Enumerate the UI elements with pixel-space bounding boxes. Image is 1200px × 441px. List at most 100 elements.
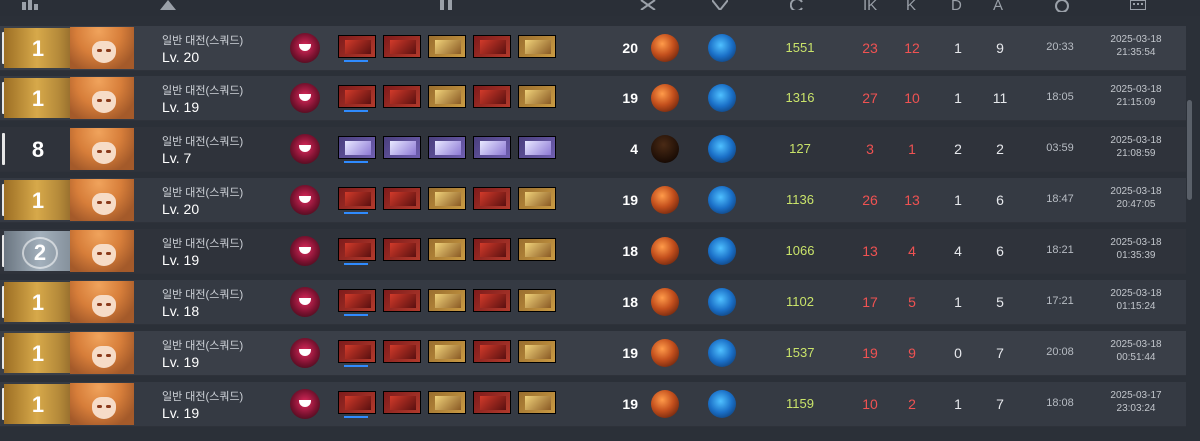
equipment-slot[interactable] (383, 391, 421, 414)
ik-header[interactable]: IK (863, 0, 877, 14)
match-duration: 17:21 (1046, 295, 1074, 307)
equipment-item-icon (480, 192, 506, 206)
rank-header-icon[interactable] (22, 0, 38, 12)
equipment-slot[interactable] (338, 187, 376, 210)
rank-number: 1 (31, 188, 45, 213)
equipment-slot[interactable] (518, 340, 556, 363)
equipment-slot[interactable] (518, 289, 556, 312)
equipment-slot[interactable] (518, 136, 556, 159)
character-avatar (70, 128, 134, 170)
match-score: 1066 (785, 243, 815, 258)
kills-header-icon[interactable] (640, 0, 656, 12)
equipment-slot[interactable] (338, 238, 376, 261)
match-row[interactable]: 1 일반 대전(스쿼드) Lv. 18 18 1102 17 5 1 5 17:21 2025-03… (0, 280, 1186, 325)
equipment-slot[interactable] (383, 238, 421, 261)
rank-badge: 1 (4, 28, 77, 68)
equipment-slot[interactable] (338, 289, 376, 312)
equipment-slot[interactable] (473, 85, 511, 108)
match-date-day: 2025-03-18 (1110, 186, 1162, 197)
k-value: 1 (908, 141, 916, 157)
equipment-slot[interactable] (428, 85, 466, 108)
skill-header-icon[interactable] (712, 0, 728, 12)
equipment-slot[interactable] (473, 391, 511, 414)
match-row[interactable]: 8 일반 대전(스쿼드) Lv. 7 4 127 3 1 2 2 03:59 2025-03-18 2… (0, 127, 1186, 172)
equipment-slot[interactable] (383, 289, 421, 312)
equipment-slot[interactable] (518, 35, 556, 58)
equipment-slot[interactable] (428, 289, 466, 312)
equipment-slot[interactable] (473, 136, 511, 159)
time-header-icon[interactable] (1054, 0, 1070, 12)
date-header-icon[interactable] (1130, 0, 1146, 12)
equipment-slot[interactable] (383, 340, 421, 363)
equipment-slot[interactable] (383, 85, 421, 108)
equipment-slot[interactable] (428, 391, 466, 414)
character-avatar (70, 77, 134, 119)
match-row[interactable]: 1 일반 대전(스쿼드) Lv. 20 19 1136 26 13 1 6 18:47 2025-0… (0, 178, 1186, 223)
avatar-eye (106, 49, 111, 52)
match-date-day: 2025-03-18 (1110, 339, 1162, 350)
match-date-time: 00:51:44 (1116, 352, 1156, 363)
ultimate-orb-icon (651, 237, 679, 265)
match-date-time: 21:15:09 (1116, 97, 1156, 108)
equipment-slot[interactable] (518, 391, 556, 414)
avatar-face (92, 346, 116, 368)
match-date-time: 20:47:05 (1116, 199, 1156, 210)
match-duration: 03:59 (1046, 142, 1074, 154)
equipment-slot[interactable] (338, 391, 376, 414)
equipment-level-bar (344, 60, 368, 62)
equipment-slot[interactable] (428, 187, 466, 210)
equipment-slot[interactable] (338, 136, 376, 159)
d-value: 1 (954, 294, 962, 310)
k-header[interactable]: K (906, 0, 916, 14)
match-duration: 18:05 (1046, 91, 1074, 103)
skill-icon (708, 135, 736, 163)
equipment-slot[interactable] (473, 238, 511, 261)
equipment-slot[interactable] (338, 340, 376, 363)
equipment-item-icon (480, 90, 506, 104)
match-date-time: 21:35:54 (1116, 47, 1156, 58)
character-emblem-icon (290, 287, 320, 317)
match-row[interactable]: 1 일반 대전(스쿼드) Lv. 19 19 1159 10 2 1 7 18:08 2025-03… (0, 382, 1186, 427)
equipment-slot[interactable] (383, 35, 421, 58)
equipment-slot[interactable] (338, 35, 376, 58)
d-header[interactable]: D (951, 0, 962, 14)
equipment-slot[interactable] (428, 35, 466, 58)
equipment-item-icon (435, 345, 461, 359)
equipment-slot[interactable] (428, 136, 466, 159)
d-value: 0 (954, 345, 962, 361)
scrollbar[interactable] (1187, 100, 1192, 200)
equipment-header-icon[interactable] (438, 0, 454, 12)
equipment-slot[interactable] (428, 340, 466, 363)
ultimate-orb-icon (651, 339, 679, 367)
avatar-face (92, 397, 116, 419)
equipment-slot[interactable] (428, 238, 466, 261)
character-header-icon[interactable] (160, 0, 176, 12)
avatar-eye (97, 354, 102, 357)
equipment-slot[interactable] (518, 187, 556, 210)
ultimate-orb-icon (651, 186, 679, 214)
equipment-level-bar (344, 365, 368, 367)
a-header[interactable]: A (993, 0, 1003, 14)
equipment-slot[interactable] (473, 340, 511, 363)
avatar-eye (106, 354, 111, 357)
equipment-item-icon (390, 396, 416, 410)
equipment-item-icon (390, 192, 416, 206)
ultimate-orb-icon (651, 135, 679, 163)
equipment-slot[interactable] (338, 85, 376, 108)
ik-value: 19 (862, 345, 878, 361)
match-row[interactable]: 1 일반 대전(스쿼드) Lv. 19 19 1537 19 9 0 7 20:08 2025-03… (0, 331, 1186, 376)
equipment-slot[interactable] (383, 187, 421, 210)
match-mode: 일반 대전(스쿼드) (162, 340, 244, 352)
match-row[interactable]: 2 일반 대전(스쿼드) Lv. 19 18 1066 13 4 4 6 18:21 2025-03… (0, 229, 1186, 274)
match-row[interactable]: 1 일반 대전(스쿼드) Lv. 19 19 1316 27 10 1 11 18:05 2025-… (0, 76, 1186, 121)
equipment-slot[interactable] (473, 35, 511, 58)
match-row[interactable]: 1 일반 대전(스쿼드) Lv. 20 20 1551 23 12 1 9 20:33 2025-0… (0, 26, 1186, 71)
equipment-slot[interactable] (473, 289, 511, 312)
score-header-icon[interactable] (790, 0, 806, 12)
k-value: 5 (908, 294, 916, 310)
match-mode: 일반 대전(스쿼드) (162, 35, 244, 47)
equipment-slot[interactable] (518, 238, 556, 261)
equipment-slot[interactable] (518, 85, 556, 108)
equipment-slot[interactable] (473, 187, 511, 210)
equipment-slot[interactable] (383, 136, 421, 159)
